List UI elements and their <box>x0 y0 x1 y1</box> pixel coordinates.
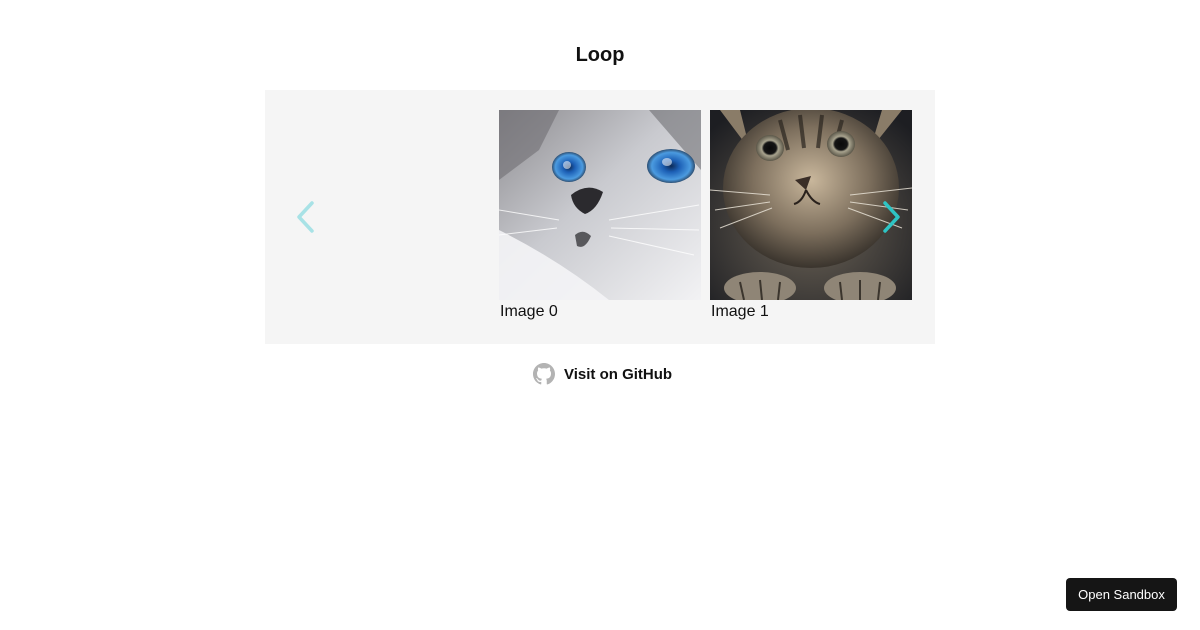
carousel-next-button[interactable] <box>879 197 903 237</box>
carousel-prev-button[interactable] <box>294 197 318 237</box>
github-icon <box>533 363 555 385</box>
carousel: Image 0 Image 1 <box>265 90 935 344</box>
white-kitten-blue-eyes-photo <box>499 110 701 300</box>
slide-caption: Image 1 <box>711 303 769 320</box>
open-sandbox-button[interactable]: Open Sandbox <box>1066 578 1177 611</box>
github-link[interactable]: Visit on GitHub <box>533 362 672 386</box>
page-title: Loop <box>575 44 625 66</box>
slide-caption: Image 0 <box>500 303 558 320</box>
github-link-label: Visit on GitHub <box>564 365 673 383</box>
chevron-left-icon <box>297 201 314 233</box>
chevron-right-icon <box>883 201 900 233</box>
carousel-slide[interactable]: Image 0 <box>499 110 701 321</box>
